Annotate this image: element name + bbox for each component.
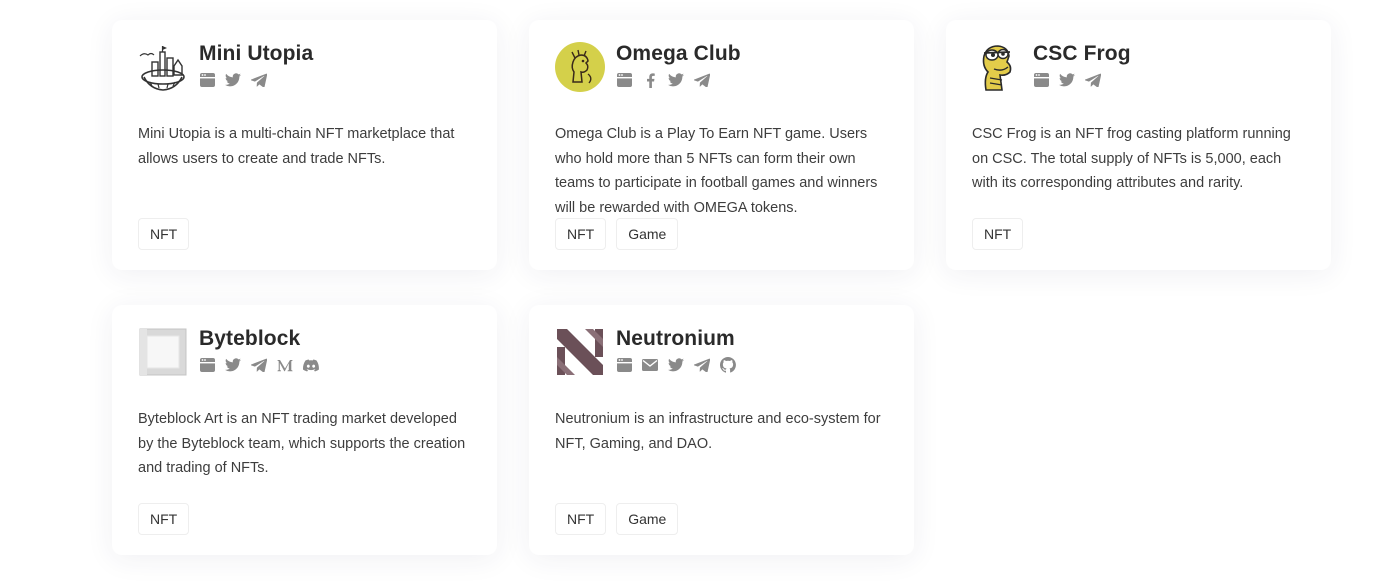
social-links bbox=[199, 72, 313, 88]
tag-list: NFT Game bbox=[555, 218, 679, 250]
telegram-icon[interactable] bbox=[694, 72, 710, 88]
tag-game[interactable]: Game bbox=[616, 503, 679, 535]
card-header: Omega Club bbox=[555, 42, 888, 94]
project-title[interactable]: CSC Frog bbox=[1033, 42, 1131, 66]
social-links bbox=[1033, 72, 1131, 88]
social-links bbox=[616, 72, 741, 88]
project-description: Neutronium is an infrastructure and eco-… bbox=[555, 411, 881, 452]
telegram-icon[interactable] bbox=[1085, 72, 1101, 88]
project-card-neutronium[interactable]: Neutronium Neutronium is an infrastructu… bbox=[529, 305, 914, 555]
tag-nft[interactable]: NFT bbox=[972, 218, 1024, 250]
project-description: CSC Frog is an NFT frog casting platform… bbox=[972, 126, 1291, 191]
social-links bbox=[616, 357, 736, 373]
project-description: Byteblock Art is an NFT trading market d… bbox=[138, 411, 466, 476]
facebook-icon[interactable] bbox=[642, 72, 658, 88]
byteblock-logo[interactable] bbox=[138, 327, 188, 377]
telegram-icon[interactable] bbox=[251, 72, 267, 88]
project-title[interactable]: Mini Utopia bbox=[199, 42, 313, 66]
tag-list: NFT Game bbox=[555, 503, 679, 535]
card-header: Mini Utopia bbox=[138, 42, 471, 94]
project-title[interactable]: Omega Club bbox=[616, 42, 741, 66]
card-header: Neutronium bbox=[555, 327, 888, 379]
twitter-icon[interactable] bbox=[1059, 72, 1075, 88]
twitter-icon[interactable] bbox=[668, 72, 684, 88]
twitter-icon[interactable] bbox=[225, 72, 241, 88]
mini-utopia-logo[interactable] bbox=[138, 42, 188, 92]
telegram-icon[interactable] bbox=[251, 357, 267, 373]
project-description: Omega Club is a Play To Earn NFT game. U… bbox=[555, 126, 878, 216]
website-icon[interactable] bbox=[199, 357, 215, 373]
email-icon[interactable] bbox=[642, 357, 658, 373]
tag-nft[interactable]: NFT bbox=[138, 218, 190, 250]
tag-list: NFT bbox=[138, 218, 190, 250]
project-card-omega-club[interactable]: Omega Club Omega Club is a Play To Earn … bbox=[529, 20, 914, 270]
tag-nft[interactable]: NFT bbox=[555, 218, 607, 250]
project-title[interactable]: Byteblock bbox=[199, 327, 319, 351]
telegram-icon[interactable] bbox=[694, 357, 710, 373]
website-icon[interactable] bbox=[1033, 72, 1049, 88]
card-header: Byteblock bbox=[138, 327, 471, 379]
project-card-csc-frog[interactable]: CSC Frog CSC Frog is an NFT frog casting… bbox=[946, 20, 1331, 270]
website-icon[interactable] bbox=[616, 72, 632, 88]
twitter-icon[interactable] bbox=[668, 357, 684, 373]
project-grid: Mini Utopia Mini Utopia is a multi-chain… bbox=[112, 20, 1332, 555]
tag-nft[interactable]: NFT bbox=[555, 503, 607, 535]
website-icon[interactable] bbox=[199, 72, 215, 88]
project-card-byteblock[interactable]: Byteblock Byteblock Art is an NFT tradin… bbox=[112, 305, 497, 555]
website-icon[interactable] bbox=[616, 357, 632, 373]
project-card-mini-utopia[interactable]: Mini Utopia Mini Utopia is a multi-chain… bbox=[112, 20, 497, 270]
project-title[interactable]: Neutronium bbox=[616, 327, 736, 351]
card-header: CSC Frog bbox=[972, 42, 1305, 94]
medium-icon[interactable] bbox=[277, 357, 293, 373]
discord-icon[interactable] bbox=[303, 357, 319, 373]
social-links bbox=[199, 357, 319, 373]
twitter-icon[interactable] bbox=[225, 357, 241, 373]
tag-list: NFT bbox=[138, 503, 190, 535]
neutronium-logo[interactable] bbox=[555, 327, 605, 377]
github-icon[interactable] bbox=[720, 357, 736, 373]
tag-nft[interactable]: NFT bbox=[138, 503, 190, 535]
tag-game[interactable]: Game bbox=[616, 218, 679, 250]
csc-frog-logo[interactable] bbox=[972, 42, 1022, 92]
tag-list: NFT bbox=[972, 218, 1024, 250]
project-description: Mini Utopia is a multi-chain NFT marketp… bbox=[138, 126, 455, 167]
omega-club-logo[interactable] bbox=[555, 42, 605, 92]
